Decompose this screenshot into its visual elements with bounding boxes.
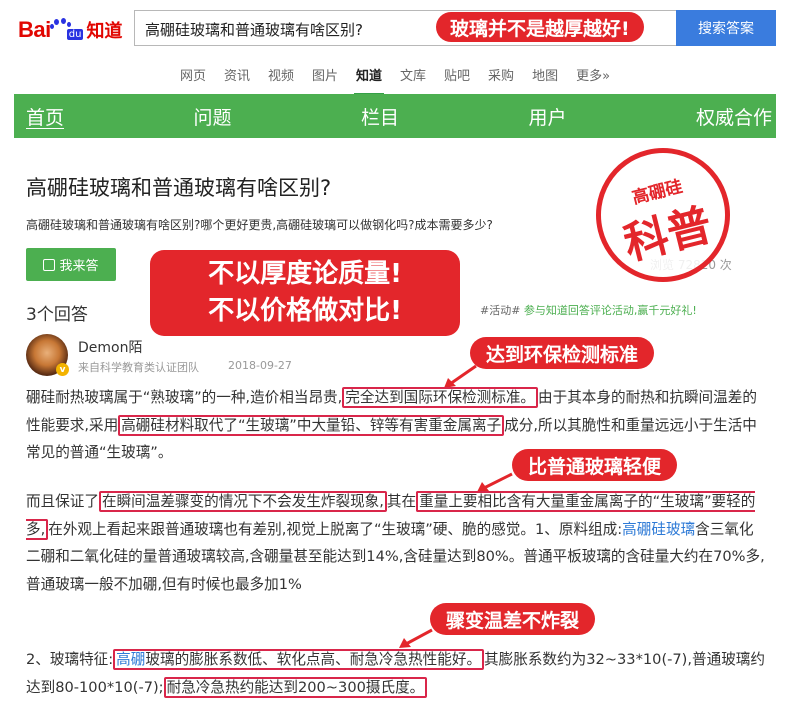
nav-item[interactable]: 采购 (488, 52, 514, 96)
callout-no-crack: 骤变温差不炸裂 (430, 603, 596, 635)
banner-line-2: 不以价格做对比! (208, 296, 402, 326)
section-columns[interactable]: 栏目 (361, 103, 399, 130)
activity-text: 参与知道回答评论活动,赢千元好礼! (520, 304, 697, 317)
nav-item[interactable]: 文库 (400, 52, 426, 96)
nav-item[interactable]: 贴吧 (444, 52, 470, 96)
activity-tag: #活动# (480, 304, 521, 317)
answer-button[interactable]: 我来答 (26, 248, 116, 281)
verified-badge-icon: v (56, 363, 69, 376)
nav-item[interactable]: 资讯 (224, 52, 250, 96)
text-run: 而且保证了 (26, 493, 99, 510)
logo-zhidao-text: 知道 (86, 21, 123, 42)
answer-paragraph-3: 2、玻璃特征: 高硼玻璃的膨胀系数低、软化点高、耐急冷急热性能好。 其膨胀系数约为3… (26, 646, 766, 701)
question-title: 高硼硅玻璃和普通玻璃有啥区别? (26, 176, 332, 200)
nav-item-more[interactable]: 更多» (576, 52, 610, 96)
highlight-box: 完全达到国际环保检测标准。 (342, 387, 539, 408)
nav-item[interactable]: 网页 (180, 52, 206, 96)
nav-item[interactable]: 视频 (268, 52, 294, 96)
answer-date: 2018-09-27 (228, 359, 292, 372)
text-run: 2、玻璃特征: (26, 651, 114, 668)
author-team: 来自科学教育类认证团队 (78, 361, 199, 374)
highlight-box: 高硼硅材料取代了“生玻璃”中大量铅、锌等有害重金属离子 (118, 414, 505, 436)
top-nav: 网页 资讯 视频 图片 知道 文库 贴吧 采购 地图 更多» (0, 52, 790, 96)
answer-button-label: 我来答 (59, 259, 99, 274)
tagline-callout: 玻璃并不是越厚越好! (436, 12, 644, 42)
section-nav-bar: 首页 问题 栏目 用户 权威合作 (14, 94, 776, 138)
highlight-box: 在瞬间温差骤变的情况下不会发生炸裂现象, (98, 491, 387, 512)
activity-link[interactable]: #活动# 参与知道回答评论活动,赢千元好礼! (480, 302, 697, 318)
section-questions[interactable]: 问题 (193, 103, 231, 130)
section-users[interactable]: 用户 (528, 103, 566, 130)
text-run: 在外观上看起来跟普通玻璃也有差别,视觉上脱离了“生玻璃”硬、脆的感觉。1、原料组… (48, 520, 623, 538)
paw-icon (49, 18, 72, 41)
nav-item[interactable]: 地图 (532, 52, 558, 96)
logo-bai-text: Bai (18, 17, 51, 42)
banner-line-1: 不以厚度论质量! (208, 259, 402, 289)
baidu-zhidao-logo[interactable]: Bai du 知道 (18, 12, 128, 48)
section-authority[interactable]: 权威合作 (696, 103, 772, 130)
answer-paragraph-2: 而且保证了 在瞬间温差骤变的情况下不会发生炸裂现象, 其在 重量上要相比含有大量重金属… (26, 488, 766, 598)
nav-item[interactable]: 图片 (312, 52, 338, 96)
edit-icon (43, 258, 56, 271)
text-run: 玻璃的膨胀系数低、软化点高、耐急冷急热性能好。 (145, 651, 482, 668)
highlight-box: 高硼玻璃的膨胀系数低、软化点高、耐急冷急热性能好。 (113, 649, 485, 670)
keyword-link[interactable]: 高硼 (116, 651, 145, 668)
highlight-box: 耐急冷急热约能达到200~300摄氏度。 (163, 676, 428, 698)
search-answer-button[interactable]: 搜索答案 (676, 10, 776, 46)
section-home[interactable]: 首页 (26, 103, 64, 130)
answer-count: 3个回答 (26, 305, 88, 325)
author-name[interactable]: Demon陌 (78, 337, 142, 357)
keyword-link[interactable]: 高硼硅玻璃 (622, 521, 695, 538)
answer-paragraph-1: 硼硅耐热玻璃属于“熟玻璃”的一种,造价相当昂贵, 完全达到国际环保检测标准。 由于其… (26, 384, 766, 467)
text-run: 其在 (386, 493, 417, 510)
nav-item-active[interactable]: 知道 (353, 52, 385, 96)
callout-environment: 达到环保检测标准 (470, 337, 655, 369)
red-banner: 不以厚度论质量! 不以价格做对比! (150, 250, 460, 336)
text-run: 硼硅耐热玻璃属于“熟玻璃”的一种,造价相当昂贵, (26, 389, 343, 406)
question-description: 高硼硅玻璃和普通玻璃有啥区别?哪个更好更贵,高硼硅玻璃可以做钢化吗?成本需要多少… (26, 218, 493, 232)
